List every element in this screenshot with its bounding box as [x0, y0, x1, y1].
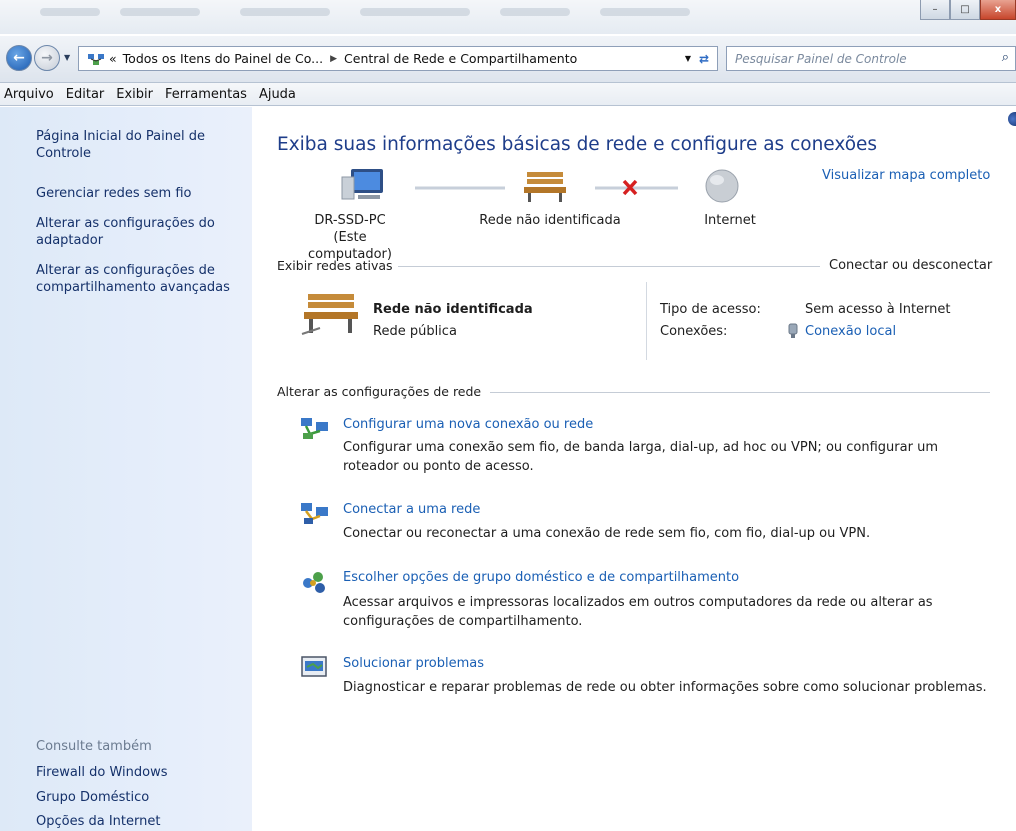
breadcrumb-control-panel[interactable]: Todos os Itens do Painel de Co... [123, 51, 323, 66]
menu-ferramentas[interactable]: Ferramentas [165, 87, 247, 102]
section-divider [490, 392, 990, 393]
sidebar-link-manage-wireless[interactable]: Gerenciar redes sem fio [36, 185, 246, 202]
help-orb-icon[interactable] [1008, 112, 1016, 126]
internet-node-label: Internet [704, 213, 756, 228]
blurred-tab [240, 8, 330, 16]
address-dropdown-icon[interactable]: ▼ [685, 54, 691, 63]
blurred-tab [40, 8, 100, 16]
network-type-link[interactable]: Rede pública [373, 324, 457, 339]
network-node-label: Rede não identificada [479, 213, 621, 228]
sidebar-link-firewall[interactable]: Firewall do Windows [36, 764, 246, 781]
connect-to-network-link[interactable]: Conectar a uma rede [343, 502, 480, 517]
search-box[interactable]: ⌕ [726, 46, 1016, 71]
breadcrumb-separator-icon[interactable]: ▶ [330, 54, 337, 64]
address-bar[interactable]: « Todos os Itens do Painel de Co... ▶ Ce… [78, 46, 718, 71]
page-title: Exiba suas informações básicas de rede e… [277, 134, 878, 155]
homegroup-options-desc: Acessar arquivos e impressoras localizad… [343, 595, 933, 629]
menu-editar[interactable]: Editar [66, 87, 105, 102]
sidebar-link-advanced-sharing[interactable]: Alterar as configurações de compartilham… [36, 262, 246, 296]
window-titlebar: – □ x [0, 0, 1016, 34]
refresh-icon[interactable]: ⇄ [694, 49, 714, 69]
connect-disconnect-link[interactable]: Conectar ou desconectar [829, 258, 992, 273]
homegroup-options-link[interactable]: Escolher opções de grupo doméstico e de … [343, 570, 739, 585]
search-icon[interactable]: ⌕ [1002, 50, 1009, 65]
menu-exibir[interactable]: Exibir [116, 87, 153, 102]
homegroup-icon [303, 572, 325, 593]
troubleshoot-link[interactable]: Solucionar problemas [343, 656, 484, 671]
forward-arrow-icon: → [41, 50, 53, 66]
recent-pages-dropdown-icon[interactable]: ▼ [64, 53, 70, 62]
bench-icon [301, 294, 358, 335]
maximize-button[interactable]: □ [950, 0, 980, 20]
blurred-tab [500, 8, 570, 16]
see-also-label: Consulte também [36, 739, 152, 754]
local-connection-link[interactable]: Conexão local [805, 324, 896, 339]
new-connection-icon [301, 418, 328, 439]
access-type-label: Tipo de acesso: [660, 302, 761, 317]
computer-node-label: DR-SSD-PC (Este computador) [290, 212, 410, 263]
bench-icon[interactable] [524, 172, 566, 202]
connection-entry[interactable]: Conexão local [787, 323, 896, 339]
vertical-divider [646, 282, 647, 360]
troubleshoot-desc: Diagnosticar e reparar problemas de rede… [343, 680, 987, 695]
active-network-name: Rede não identificada [373, 302, 533, 317]
sidebar-link-control-panel-home[interactable]: Página Inicial do Painel de Controle [36, 128, 246, 162]
search-input[interactable] [735, 51, 975, 66]
computer-icon[interactable] [341, 169, 383, 200]
sidebar-link-homegroup[interactable]: Grupo Doméstico [36, 789, 246, 806]
menu-arquivo[interactable]: Arquivo [4, 87, 54, 102]
setup-new-connection-link[interactable]: Configurar uma nova conexão ou rede [343, 417, 593, 432]
menu-ajuda[interactable]: Ajuda [259, 87, 296, 102]
sidebar-link-adapter-settings[interactable]: Alterar as configurações do adaptador [36, 215, 246, 249]
address-toolbar: ← → ▼ « Todos os Itens do Painel de Co..… [0, 36, 1016, 82]
menu-bar: Arquivo Editar Exibir Ferramentas Ajuda [0, 82, 1016, 106]
computer-name: DR-SSD-PC [314, 213, 386, 228]
breadcrumb-prefix[interactable]: « [109, 51, 117, 66]
section-divider [398, 266, 820, 267]
blurred-tab [120, 8, 200, 16]
blurred-tab [360, 8, 470, 16]
access-type-value: Sem acesso à Internet [805, 302, 951, 317]
connections-label: Conexões: [660, 324, 728, 339]
change-settings-header: Alterar as configurações de rede [277, 384, 482, 399]
active-networks-header: Exibir redes ativas [277, 258, 393, 273]
back-arrow-icon: ← [13, 50, 25, 66]
sidebar: Página Inicial do Painel de Controle Ger… [0, 107, 252, 831]
breadcrumb-network-center[interactable]: Central de Rede e Compartilhamento [344, 51, 577, 66]
back-button[interactable]: ← [6, 45, 32, 71]
sidebar-link-internet-options[interactable]: Opções da Internet [36, 813, 246, 830]
connect-network-icon [301, 503, 328, 524]
ethernet-plug-icon [788, 323, 798, 338]
minimize-button[interactable]: – [920, 0, 950, 20]
close-button[interactable]: x [980, 0, 1016, 20]
network-center-icon [88, 53, 104, 65]
globe-icon[interactable] [705, 169, 739, 203]
setup-new-connection-desc: Configurar uma conexão sem fio, de banda… [343, 440, 938, 474]
blurred-tab [600, 8, 690, 16]
forward-button[interactable]: → [34, 45, 60, 71]
connect-to-network-desc: Conectar ou reconectar a uma conexão de … [343, 526, 871, 541]
troubleshoot-icon [301, 656, 327, 677]
